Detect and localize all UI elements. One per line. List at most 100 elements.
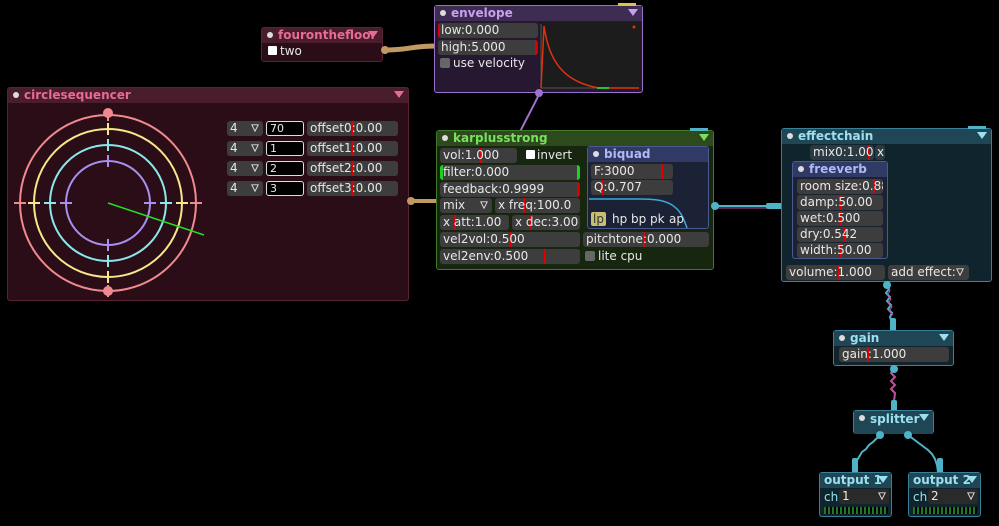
gain-node[interactable]: gain gain:1.000 xyxy=(833,330,954,366)
menu-triangle-icon[interactable] xyxy=(919,414,929,421)
enable-dot-icon[interactable] xyxy=(440,10,446,16)
two-checkbox[interactable] xyxy=(268,46,277,55)
enable-dot-icon[interactable] xyxy=(839,335,845,341)
menu-triangle-icon[interactable] xyxy=(699,134,709,141)
x-dec-slider[interactable]: x dec:3.00 xyxy=(512,215,580,230)
channel-dropdown[interactable]: 1 xyxy=(839,489,889,504)
menu-triangle-icon[interactable] xyxy=(967,476,977,483)
biquad-mode-hp-button[interactable]: hp xyxy=(610,212,629,226)
gain-slider[interactable]: gain:1.000 xyxy=(839,347,949,362)
sequencer-circles[interactable] xyxy=(8,103,223,302)
high-slider[interactable]: high:5.000 xyxy=(438,40,538,55)
enable-dot-icon[interactable] xyxy=(593,151,599,157)
freeverb-module[interactable]: freeverb room size:0.88 damp:50.00 wet:0… xyxy=(792,161,888,259)
node-title: envelope xyxy=(451,6,513,20)
enable-dot-icon[interactable] xyxy=(442,135,448,141)
sequencer-offset-slider[interactable]: offset3:0.00 xyxy=(307,181,398,196)
vel2vol-slider[interactable]: vel2vol:0.500 xyxy=(440,232,580,247)
x-freq-slider[interactable]: x freq:100.0 xyxy=(495,198,580,213)
width-slider[interactable]: width:50.00 xyxy=(797,243,883,258)
biquad-mode-pk-button[interactable]: pk xyxy=(648,212,667,226)
vel2env-slider[interactable]: vel2env:0.500 xyxy=(440,249,580,264)
pitchtone-slider[interactable]: pitchtone:0.000 xyxy=(583,232,709,247)
biquad-freq-slider[interactable]: F:3000 xyxy=(591,164,673,179)
lite-cpu-checkbox[interactable] xyxy=(585,251,595,261)
effectchain-title-bar[interactable]: effectchain xyxy=(782,129,991,144)
output2-node[interactable]: output 2 ch 2 xyxy=(908,472,981,517)
biquad-mode-lp-button[interactable]: lp xyxy=(591,212,606,226)
effectchain-node[interactable]: effectchain mix0:1.00 x freeverb room si… xyxy=(781,126,992,282)
fouronthefloor-node[interactable]: fouronthefloor two xyxy=(261,27,383,62)
chevron-down-icon xyxy=(251,164,259,172)
damp-slider[interactable]: damp:50.00 xyxy=(797,195,883,210)
envelope-title-bar[interactable]: envelope xyxy=(435,6,642,21)
splitter-title-bar[interactable]: splitter xyxy=(854,411,933,434)
gain-title-bar[interactable]: gain xyxy=(834,331,953,346)
invert-checkbox[interactable] xyxy=(526,150,535,159)
karplusstrong-output-port[interactable] xyxy=(711,202,719,210)
fouronthefloor-title-bar[interactable]: fouronthefloor xyxy=(262,28,382,43)
sequencer-value-field[interactable]: 70 xyxy=(266,121,304,136)
splitter-output-port-left[interactable] xyxy=(876,431,884,439)
freeverb-title-bar[interactable]: freeverb xyxy=(793,162,887,177)
remove-effect-button[interactable]: x xyxy=(875,145,885,160)
fouronthefloor-output-port[interactable] xyxy=(381,46,389,54)
room-size-slider[interactable]: room size:0.88 xyxy=(797,179,883,194)
dry-slider[interactable]: dry:0.542 xyxy=(797,227,883,242)
gain-output-port[interactable] xyxy=(890,365,898,373)
circlesequencer-title-bar[interactable]: circlesequencer xyxy=(8,88,408,103)
biquad-module[interactable]: biquad F:3000 Q:0.707 lp hp bp pk ap xyxy=(587,146,709,229)
splitter-node[interactable]: splitter xyxy=(853,410,934,434)
output2-title-bar[interactable]: output 2 xyxy=(909,473,980,488)
menu-triangle-icon[interactable] xyxy=(394,91,404,98)
menu-triangle-icon[interactable] xyxy=(628,9,638,16)
biquad-title-bar[interactable]: biquad xyxy=(588,147,708,162)
splitter-output-port-right[interactable] xyxy=(904,431,912,439)
sequencer-steps-dropdown[interactable]: 4 xyxy=(227,121,263,136)
effectchain-output-port[interactable] xyxy=(883,281,891,289)
volume-slider[interactable]: volume:1.000 xyxy=(786,265,885,280)
karplusstrong-title-bar[interactable]: karplusstrong xyxy=(437,131,713,146)
karplusstrong-node[interactable]: karplusstrong vol:1.000 invert filter:0.… xyxy=(436,128,714,270)
two-label: two xyxy=(280,44,302,58)
biquad-mode-bp-button[interactable]: bp xyxy=(629,212,648,226)
enable-dot-icon[interactable] xyxy=(798,166,804,172)
channel-dropdown[interactable]: 2 xyxy=(928,489,978,504)
circlesequencer-output-port[interactable] xyxy=(407,197,415,205)
envelope-graph[interactable] xyxy=(539,22,641,90)
sequencer-offset-slider[interactable]: offset1:0.00 xyxy=(307,141,398,156)
enable-dot-icon[interactable] xyxy=(267,32,273,38)
sequencer-steps-dropdown[interactable]: 4 xyxy=(227,181,263,196)
sequencer-value-field[interactable]: 2 xyxy=(266,161,304,176)
sequencer-value-field[interactable]: 1 xyxy=(266,141,304,156)
menu-triangle-icon[interactable] xyxy=(977,132,987,139)
enable-dot-icon[interactable] xyxy=(787,133,793,139)
output1-node[interactable]: output 1 ch 1 xyxy=(819,472,892,517)
vol-slider[interactable]: vol:1.000 xyxy=(440,148,517,163)
enable-dot-icon[interactable] xyxy=(859,415,865,421)
envelope-output-port[interactable] xyxy=(535,89,543,97)
sequencer-steps-dropdown[interactable]: 4 xyxy=(227,161,263,176)
mix-slider[interactable]: mix0:1.00 xyxy=(810,145,874,160)
menu-triangle-icon[interactable] xyxy=(878,476,888,483)
low-slider[interactable]: low:0.000 xyxy=(438,23,538,38)
sequencer-offset-slider[interactable]: offset2:0.00 xyxy=(307,161,398,176)
filter-slider[interactable]: filter:0.000 xyxy=(440,165,580,180)
biquad-mode-ap-button[interactable]: ap xyxy=(667,212,686,226)
source-dropdown[interactable]: mix xyxy=(440,198,492,213)
use-velocity-checkbox[interactable] xyxy=(440,58,450,68)
sequencer-offset-slider[interactable]: offset0:0.00 xyxy=(307,121,398,136)
add-effect-dropdown[interactable]: add effect: xyxy=(888,265,969,280)
sequencer-steps-dropdown[interactable]: 4 xyxy=(227,141,263,156)
envelope-node[interactable]: envelope low:0.000 high:5.000 use veloci… xyxy=(434,3,643,93)
menu-triangle-icon[interactable] xyxy=(939,334,949,341)
biquad-q-slider[interactable]: Q:0.707 xyxy=(591,180,673,195)
x-att-slider[interactable]: x att:1.00 xyxy=(440,215,509,230)
menu-triangle-icon[interactable] xyxy=(368,31,378,38)
sequencer-value-field[interactable]: 3 xyxy=(266,181,304,196)
wet-slider[interactable]: wet:0.500 xyxy=(797,211,883,226)
output1-title-bar[interactable]: output 1 xyxy=(820,473,891,488)
enable-dot-icon[interactable] xyxy=(13,92,19,98)
feedback-slider[interactable]: feedback:0.9999 xyxy=(440,182,580,197)
cable-splitter-output2 xyxy=(907,434,939,473)
